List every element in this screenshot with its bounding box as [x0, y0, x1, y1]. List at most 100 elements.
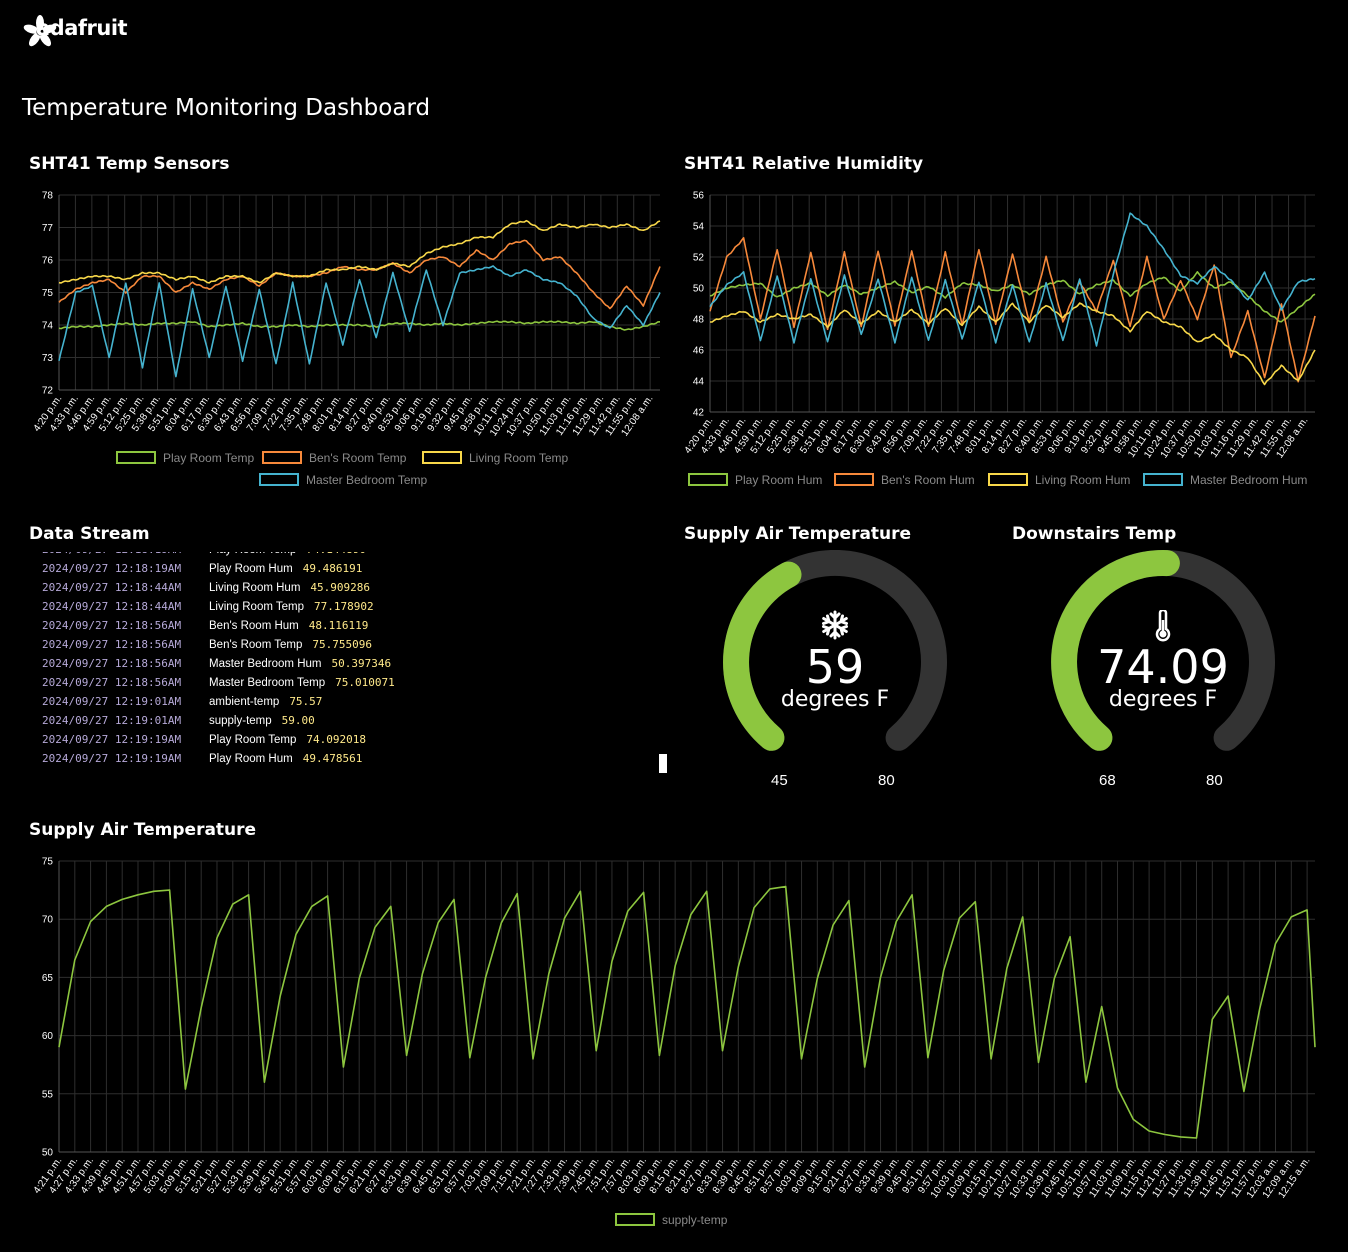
gauge-unit: degrees F — [780, 687, 890, 712]
stream-timestamp: 2024/09/27 12:18:56AM — [42, 657, 182, 670]
stream-timestamp: 2024/09/27 12:18:44AM — [42, 581, 182, 594]
stream-feed-name: Ben's Room Hum — [209, 620, 299, 632]
y-tick-label: 50 — [693, 284, 705, 295]
legend-item[interactable]: Master Bedroom Temp — [259, 473, 427, 487]
stream-timestamp: 2024/09/27 12:18:44AM — [42, 600, 182, 613]
y-tick-label: 73 — [42, 353, 54, 364]
stream-row: 2024/09/27 12:18:56AM Ben's Room Hum 48.11… — [42, 616, 642, 635]
legend-label: Master Bedroom Hum — [1190, 473, 1307, 487]
stream-timestamp: 2024/09/27 12:19:01AM — [42, 714, 182, 727]
gauge-min: 45 — [771, 772, 788, 789]
stream-row: 2024/09/27 12:18:56AM Master Bedroom Temp… — [42, 673, 642, 692]
series-line-supply-temp — [58, 885, 1316, 1139]
stream-value: 49.486191 — [302, 562, 363, 575]
stream-timestamp: 2024/09/27 12:18:56AM — [42, 619, 182, 632]
stream-value: 75.57 — [289, 695, 323, 708]
data-stream-list[interactable]: 2024/09/27 12:18:19AMPlay Room Temp74.14… — [42, 552, 642, 777]
legend-item[interactable]: Ben's Room Hum — [834, 473, 975, 487]
stream-feed-name: Play Room Temp — [209, 734, 297, 746]
stream-feed-name: Living Room Temp — [209, 601, 305, 613]
supply-gauge-title: Supply Air Temperature — [684, 524, 912, 544]
chart-grid — [58, 860, 1315, 1153]
stream-row: 2024/09/27 12:18:19AM Play Room Hum 49.486… — [42, 559, 642, 578]
stream-feed-name: Living Room Hum — [209, 582, 301, 594]
y-tick-label: 42 — [693, 408, 705, 419]
series-line-master-bedroom-hum — [709, 212, 1316, 347]
stream-value: 49.478561 — [302, 752, 363, 765]
y-tick-label: 55 — [42, 1089, 54, 1100]
hum-chart-title: SHT41 Relative Humidity — [684, 154, 924, 174]
legend-item[interactable]: Play Room Hum — [688, 473, 822, 487]
y-tick-label: 65 — [42, 973, 54, 984]
stream-timestamp: 2024/09/27 12:18:56AM — [42, 638, 182, 651]
y-tick-label: 76 — [42, 256, 54, 267]
downstairs-gauge-title: Downstairs Temp — [1012, 524, 1177, 544]
series-line-master-bedroom-temp — [58, 265, 661, 378]
legend-item[interactable]: Master Bedroom Hum — [1143, 473, 1307, 487]
stream-value: 75.755096 — [312, 638, 372, 651]
legend-item[interactable]: Living Room Temp — [422, 451, 568, 465]
stream-row: 2024/09/27 12:18:56AM Ben's Room Temp 75.7… — [42, 635, 642, 654]
legend-swatch — [259, 473, 299, 486]
legend-swatch — [1143, 473, 1183, 486]
stream-feed-name: Play Room Temp — [209, 552, 296, 556]
legend-swatch — [116, 451, 156, 464]
y-tick-label: 52 — [693, 253, 705, 264]
snowflake-icon — [822, 610, 848, 640]
stream-scrollbar[interactable] — [659, 754, 667, 773]
stream-row: 2024/09/27 12:18:44AM Living Room Hum 45.9… — [42, 578, 642, 597]
legend-swatch — [262, 451, 302, 464]
gauge-min: 68 — [1099, 772, 1116, 789]
legend-item[interactable]: Living Room Hum — [988, 473, 1130, 487]
brand-name[interactable]: adafruit — [36, 16, 128, 40]
legend-swatch — [422, 451, 462, 464]
stream-timestamp: 2024/09/27 12:19:19AM — [42, 733, 182, 746]
gauge-max: 80 — [878, 772, 895, 789]
stream-timestamp: 2024/09/27 12:19:01AM — [42, 695, 182, 708]
gauge-unit: degrees F — [1108, 687, 1218, 712]
stream-value: 77.178902 — [314, 600, 374, 613]
legend-swatch — [834, 473, 874, 486]
chart-grid — [58, 194, 660, 391]
y-tick-label: 44 — [693, 377, 705, 388]
legend-item[interactable]: supply-temp — [615, 1213, 728, 1227]
temp-sensors-chart: 727374757677784:20 p.m.4:33 p.m.4:46 p.m… — [32, 191, 661, 487]
stream-timestamp: 2024/09/27 12:19:19AM — [42, 752, 182, 765]
humidity-chart: 42444648505254564:20 p.m.4:33 p.m.4:46 p… — [683, 191, 1316, 487]
stream-feed-name: Master Bedroom Temp — [209, 677, 326, 689]
stream-feed-name: supply-temp — [209, 715, 272, 727]
stream-value: 59.00 — [281, 714, 315, 727]
stream-timestamp: 2024/09/27 12:18:56AM — [42, 676, 182, 689]
series-line-living-room-temp — [58, 219, 661, 284]
y-tick-label: 60 — [42, 1031, 54, 1042]
y-tick-label: 48 — [693, 315, 705, 326]
legend-swatch — [988, 473, 1028, 486]
series-line-ben-s-room-temp — [58, 239, 661, 310]
stream-row: 2024/09/27 12:18:19AMPlay Room Temp 74.14… — [42, 552, 642, 559]
stream-timestamp: 2024/09/27 12:18:19AM — [42, 552, 209, 559]
page-title: Temperature Monitoring Dashboard — [22, 95, 431, 121]
y-tick-label: 70 — [42, 915, 54, 926]
temp-chart-title: SHT41 Temp Sensors — [29, 154, 230, 174]
legend-label: Master Bedroom Temp — [306, 473, 427, 487]
legend-label: Living Room Temp — [469, 451, 568, 465]
legend-item[interactable]: Play Room Temp — [116, 451, 254, 465]
supply-air-gauge: 59 degrees F 45 80 — [714, 550, 956, 800]
y-tick-label: 46 — [693, 346, 705, 357]
y-tick-label: 75 — [42, 857, 54, 868]
series-line-ben-s-room-hum — [709, 237, 1316, 383]
stream-value: 74.144890 — [306, 552, 366, 556]
legend-swatch — [615, 1213, 655, 1226]
stream-feed-name: Ben's Room Temp — [209, 639, 303, 651]
y-tick-label: 77 — [42, 223, 54, 234]
legend-label: Ben's Room Temp — [309, 451, 407, 465]
y-tick-label: 75 — [42, 288, 54, 299]
supply-chart-title: Supply Air Temperature — [29, 820, 257, 840]
legend-label: Living Room Hum — [1035, 473, 1130, 487]
legend-item[interactable]: Ben's Room Temp — [262, 451, 407, 465]
y-tick-label: 78 — [42, 191, 54, 202]
stream-row: 2024/09/27 12:19:01AM supply-temp 59.00 — [42, 711, 642, 730]
gauge-max: 80 — [1206, 772, 1223, 789]
y-tick-label: 50 — [42, 1148, 54, 1159]
stream-value: 48.116119 — [308, 619, 369, 632]
